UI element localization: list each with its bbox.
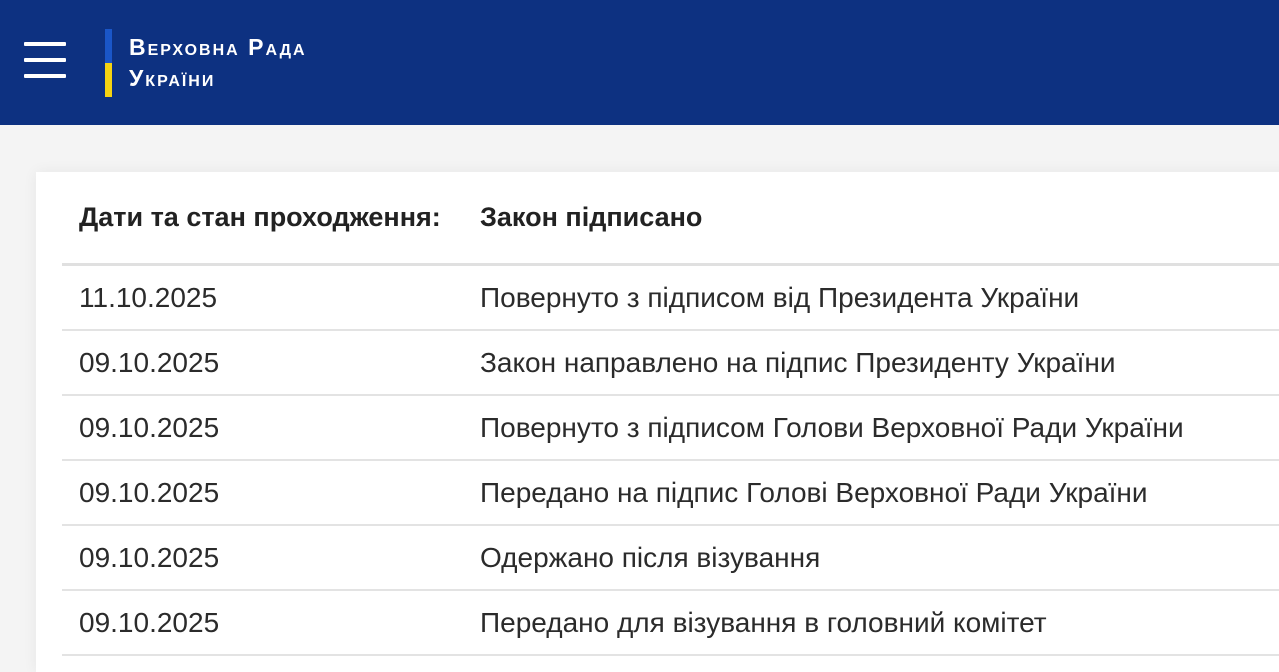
row-date: 09.10.2025	[79, 346, 220, 378]
row-status: Повернуто з підписом від Президента Укра…	[480, 281, 1080, 313]
row-status: Передано для візування в головний коміте…	[480, 606, 1047, 638]
status-header-value: Закон підписано	[480, 202, 703, 232]
hamburger-menu-icon[interactable]	[24, 40, 68, 84]
row-date: 11.10.2025	[79, 281, 218, 313]
ukraine-flag-icon	[105, 29, 112, 97]
table-row: 11.10.2025 Повернуто з підписом від През…	[62, 266, 1279, 331]
logo-line-1: Верховна Рада	[129, 34, 307, 60]
table-row: 09.10.2025 Одержано після візування	[62, 526, 1279, 591]
status-table: Дати та стан проходження: Закон підписан…	[62, 172, 1279, 656]
table-row: 09.10.2025 Повернуто з підписом Голови В…	[62, 396, 1279, 461]
site-header: Верховна Рада України	[0, 0, 1279, 125]
row-date: 09.10.2025	[79, 541, 220, 573]
table-row: 09.10.2025 Закон направлено на підпис Пр…	[62, 331, 1279, 396]
row-date: 09.10.2025	[79, 606, 220, 638]
row-status: Закон направлено на підпис Президенту Ук…	[480, 346, 1116, 378]
row-status: Повернуто з підписом Голови Верховної Ра…	[480, 411, 1184, 443]
row-date: 09.10.2025	[79, 476, 220, 508]
menu-line	[24, 58, 66, 62]
logo-line-2: України	[129, 65, 216, 91]
status-header-label: Дати та стан проходження:	[79, 202, 441, 232]
bill-status-card: Дати та стан проходження: Закон підписан…	[36, 172, 1279, 672]
site-logo[interactable]: Верховна Рада України	[105, 29, 307, 97]
table-header-row: Дати та стан проходження: Закон підписан…	[62, 172, 1279, 266]
row-date: 09.10.2025	[79, 411, 220, 443]
table-row: 09.10.2025 Передано для візування в голо…	[62, 591, 1279, 656]
logo-text: Верховна Рада України	[129, 32, 307, 94]
table-row: 09.10.2025 Передано на підпис Голові Вер…	[62, 461, 1279, 526]
menu-line	[24, 42, 66, 46]
row-status: Одержано після візування	[480, 541, 821, 573]
row-status: Передано на підпис Голові Верховної Ради…	[480, 476, 1148, 508]
menu-line	[24, 74, 66, 78]
